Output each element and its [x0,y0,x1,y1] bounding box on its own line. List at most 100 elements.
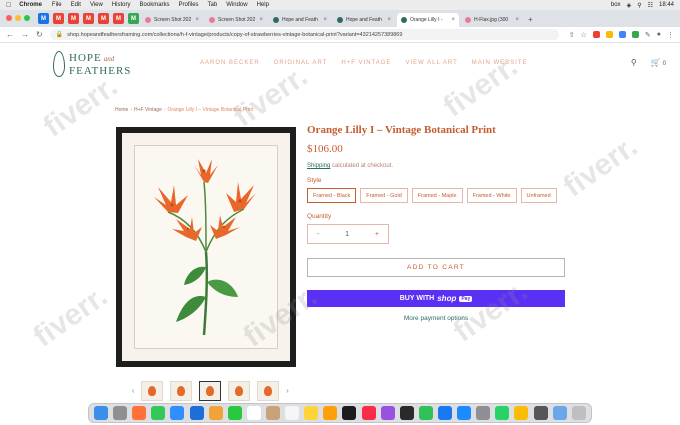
menu-view[interactable]: View [90,2,103,8]
breadcrumb-collection[interactable]: H+F Vintage [134,107,162,113]
mail-icon[interactable] [170,406,185,420]
close-tab-icon[interactable]: × [259,17,263,23]
numbers-icon[interactable] [418,406,433,420]
photos-icon[interactable] [208,406,223,420]
nav-main-website[interactable]: MAIN WEBSITE [472,60,528,66]
extensions-puzzle-icon[interactable]: ✎ [645,31,651,39]
thumbnail[interactable] [228,381,251,401]
browser-tab[interactable]: Screen Shot 202 × [205,13,267,27]
menu-profiles[interactable]: Profiles [179,2,199,8]
cart-button[interactable]: 🛒 0 [651,58,666,67]
contacts-icon[interactable] [265,406,280,420]
menu-window[interactable]: Window [226,2,247,8]
firefox-icon[interactable] [132,406,147,420]
close-window-button[interactable] [6,15,12,21]
address-url[interactable]: shop.hopeandfeathersframing.com/collecti… [67,32,553,38]
wifi-icon[interactable]: ◈ [627,2,632,9]
trash-icon[interactable] [571,406,586,420]
search-icon[interactable]: ⚲ [631,58,637,67]
profile-avatar-icon[interactable]: ● [657,31,661,38]
facetime-icon[interactable] [227,406,242,420]
music-icon[interactable] [361,406,376,420]
close-tab-icon[interactable]: × [195,17,199,23]
quantity-input[interactable]: 1 [345,231,349,238]
keynote-icon[interactable] [437,406,452,420]
fontbook-icon[interactable] [189,406,204,420]
whatsapp-icon[interactable] [495,406,510,420]
menu-bookmarks[interactable]: Bookmarks [140,2,170,8]
pinned-tab-5[interactable]: M [98,13,109,24]
control-center-icon[interactable]: ☷ [648,2,653,9]
quantity-decrease-button[interactable]: - [317,231,319,238]
minimize-window-button[interactable] [15,15,21,21]
extension-icon[interactable] [618,31,626,38]
close-tab-icon[interactable]: × [387,17,391,23]
back-icon[interactable]: ← [6,30,14,39]
menu-app-name[interactable]: Chrome [19,2,42,8]
product-image[interactable] [116,127,296,367]
nav-aaron-becker[interactable]: AARON BECKER [200,60,260,66]
forward-icon[interactable]: → [21,30,29,39]
share-icon[interactable]: ⇧ [569,31,575,39]
menu-edit[interactable]: Edit [71,2,81,8]
notes-icon[interactable] [304,406,319,420]
settings-icon[interactable] [476,406,491,420]
browser-tab[interactable]: Screen Shot 202 × [141,13,203,27]
box-status-label[interactable]: box [611,2,621,8]
shop-pay-button[interactable]: BUY WITH shop Pay [307,290,565,307]
lock-icon[interactable]: 🔒 [56,31,63,38]
pinned-tab-7[interactable]: M [128,13,139,24]
style-option-framed-black[interactable]: Framed - Black [307,188,357,203]
chrome-icon[interactable] [514,406,529,420]
browser-tab[interactable]: Hope and Feath × [269,13,331,27]
more-payment-options-link[interactable]: More payment options [307,315,565,322]
thumbnail[interactable] [141,381,164,401]
close-tab-icon[interactable]: × [515,17,519,23]
chrome-menu-icon[interactable]: ⋮ [667,31,674,39]
extension-icon[interactable] [592,31,600,38]
menu-help[interactable]: Help [257,2,269,8]
reload-icon[interactable]: ↻ [36,30,43,39]
pinned-tab-6[interactable]: M [113,13,124,24]
nav-view-all-art[interactable]: VIEW ALL ART [405,60,457,66]
bookmark-star-icon[interactable]: ☆ [581,31,587,39]
shipping-link[interactable]: Shipping [307,163,330,169]
add-to-cart-button[interactable]: Add to cart [307,258,565,277]
breadcrumb-home[interactable]: Home [115,107,128,113]
podcasts-icon[interactable] [380,406,395,420]
zoom-window-button[interactable] [24,15,30,21]
pinned-tab-4[interactable]: M [83,13,94,24]
thumbnail-next-icon[interactable]: › [286,388,288,395]
extension-icon[interactable] [605,31,613,38]
launchpad-icon[interactable] [113,406,128,420]
nav-hf-vintage[interactable]: H+F VINTAGE [341,60,391,66]
close-tab-icon[interactable]: × [451,17,455,23]
thumbnail[interactable] [257,381,280,401]
close-tab-icon[interactable]: × [323,17,327,23]
browser-tab-active[interactable]: Orange Lilly I - × [397,13,459,27]
menu-tab[interactable]: Tab [208,2,218,8]
style-option-unframed[interactable]: Unframed [520,188,557,203]
apple-icon[interactable]:  [6,2,11,9]
appstore-icon[interactable] [457,406,472,420]
reminders-icon[interactable] [285,406,300,420]
messages-icon[interactable] [151,406,166,420]
calculator-icon[interactable] [533,406,548,420]
pinned-tab-3[interactable]: M [68,13,79,24]
thumbnail-prev-icon[interactable]: ‹ [132,388,134,395]
pencil-icon[interactable] [323,406,338,420]
thumbnail-selected[interactable] [199,381,222,401]
new-tab-icon[interactable]: + [528,15,533,24]
calendar-icon[interactable] [246,406,261,420]
tv-icon[interactable] [399,406,414,420]
finder-icon[interactable] [94,406,108,420]
style-option-framed-maple[interactable]: Framed - Maple [411,188,463,203]
pinned-tab-2[interactable]: M [53,13,64,24]
menu-history[interactable]: History [112,2,131,8]
pinned-tab-1[interactable]: M [38,13,49,24]
nav-original-art[interactable]: ORIGINAL ART [274,60,328,66]
browser-tab[interactable]: Hope and Feath × [333,13,395,27]
preview-icon[interactable] [552,406,567,420]
browser-tab[interactable]: H-Flax.jpg (300 × [461,13,523,27]
style-option-framed-white[interactable]: Framed - White [466,188,517,203]
